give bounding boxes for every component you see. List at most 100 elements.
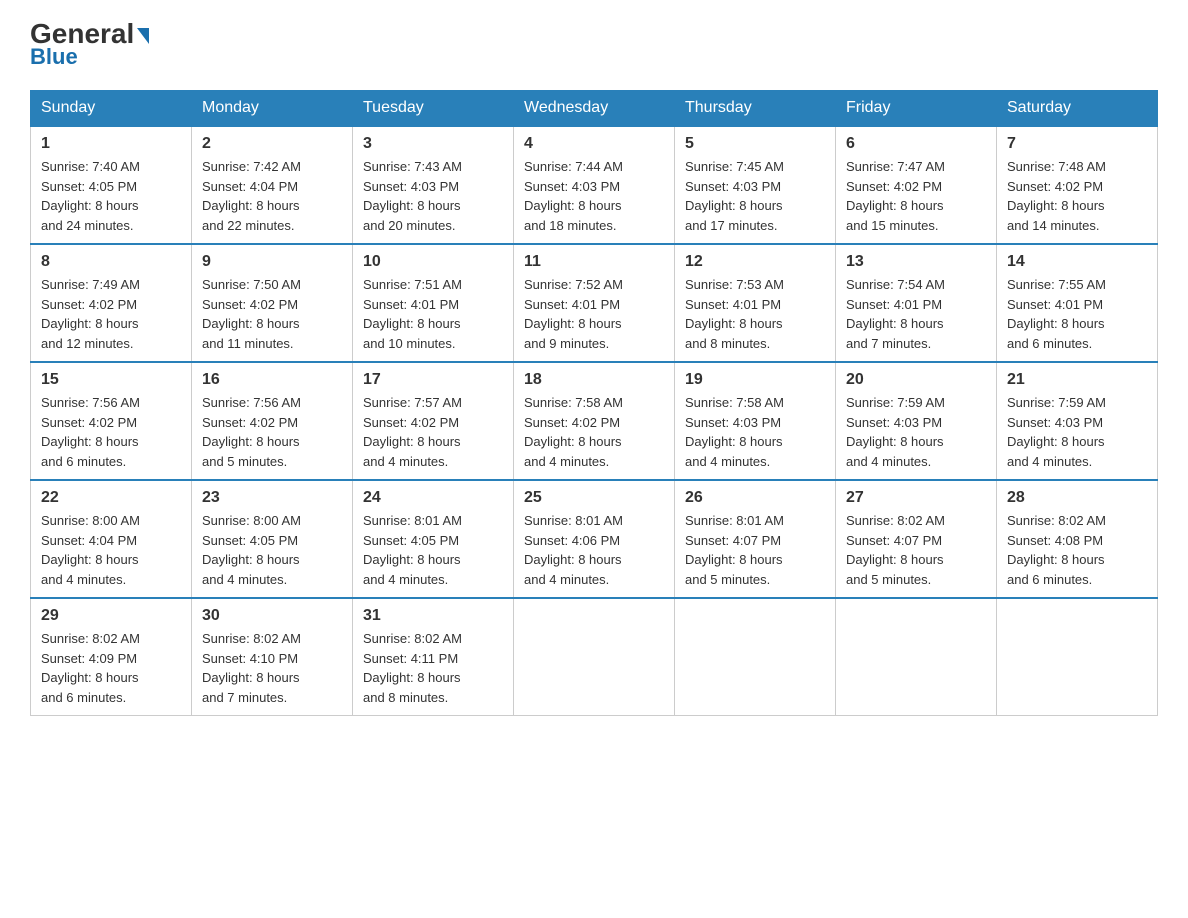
day-info: Sunrise: 7:59 AMSunset: 4:03 PMDaylight:…: [846, 393, 986, 471]
day-info: Sunrise: 8:02 AMSunset: 4:11 PMDaylight:…: [363, 629, 503, 707]
day-number: 12: [685, 253, 825, 271]
day-number: 21: [1007, 371, 1147, 389]
day-info: Sunrise: 7:44 AMSunset: 4:03 PMDaylight:…: [524, 157, 664, 235]
day-number: 15: [41, 371, 181, 389]
day-number: 19: [685, 371, 825, 389]
day-info: Sunrise: 7:55 AMSunset: 4:01 PMDaylight:…: [1007, 275, 1147, 353]
logo: General Blue: [30, 20, 149, 70]
day-info: Sunrise: 7:57 AMSunset: 4:02 PMDaylight:…: [363, 393, 503, 471]
day-number: 26: [685, 489, 825, 507]
day-number: 31: [363, 607, 503, 625]
day-number: 14: [1007, 253, 1147, 271]
day-info: Sunrise: 8:02 AMSunset: 4:08 PMDaylight:…: [1007, 511, 1147, 589]
calendar-week-row: 1 Sunrise: 7:40 AMSunset: 4:05 PMDayligh…: [31, 126, 1158, 244]
day-info: Sunrise: 7:52 AMSunset: 4:01 PMDaylight:…: [524, 275, 664, 353]
calendar-week-row: 22 Sunrise: 8:00 AMSunset: 4:04 PMDaylig…: [31, 480, 1158, 598]
day-number: 23: [202, 489, 342, 507]
calendar-cell: [997, 598, 1158, 716]
calendar-week-row: 8 Sunrise: 7:49 AMSunset: 4:02 PMDayligh…: [31, 244, 1158, 362]
calendar-cell: 7 Sunrise: 7:48 AMSunset: 4:02 PMDayligh…: [997, 126, 1158, 244]
day-number: 3: [363, 135, 503, 153]
day-number: 30: [202, 607, 342, 625]
calendar-cell: 2 Sunrise: 7:42 AMSunset: 4:04 PMDayligh…: [192, 126, 353, 244]
calendar-cell: 6 Sunrise: 7:47 AMSunset: 4:02 PMDayligh…: [836, 126, 997, 244]
calendar-table: SundayMondayTuesdayWednesdayThursdayFrid…: [30, 90, 1158, 716]
calendar-header-row: SundayMondayTuesdayWednesdayThursdayFrid…: [31, 91, 1158, 127]
day-number: 29: [41, 607, 181, 625]
day-info: Sunrise: 7:53 AMSunset: 4:01 PMDaylight:…: [685, 275, 825, 353]
calendar-cell: 14 Sunrise: 7:55 AMSunset: 4:01 PMDaylig…: [997, 244, 1158, 362]
day-number: 11: [524, 253, 664, 271]
day-number: 27: [846, 489, 986, 507]
day-info: Sunrise: 7:47 AMSunset: 4:02 PMDaylight:…: [846, 157, 986, 235]
calendar-cell: 25 Sunrise: 8:01 AMSunset: 4:06 PMDaylig…: [514, 480, 675, 598]
day-number: 2: [202, 135, 342, 153]
day-info: Sunrise: 8:01 AMSunset: 4:06 PMDaylight:…: [524, 511, 664, 589]
day-number: 16: [202, 371, 342, 389]
day-number: 17: [363, 371, 503, 389]
header-monday: Monday: [192, 91, 353, 127]
day-number: 8: [41, 253, 181, 271]
day-number: 20: [846, 371, 986, 389]
calendar-cell: 5 Sunrise: 7:45 AMSunset: 4:03 PMDayligh…: [675, 126, 836, 244]
calendar-cell: 10 Sunrise: 7:51 AMSunset: 4:01 PMDaylig…: [353, 244, 514, 362]
day-info: Sunrise: 7:42 AMSunset: 4:04 PMDaylight:…: [202, 157, 342, 235]
day-number: 28: [1007, 489, 1147, 507]
calendar-cell: 4 Sunrise: 7:44 AMSunset: 4:03 PMDayligh…: [514, 126, 675, 244]
calendar-week-row: 29 Sunrise: 8:02 AMSunset: 4:09 PMDaylig…: [31, 598, 1158, 716]
day-number: 24: [363, 489, 503, 507]
day-number: 9: [202, 253, 342, 271]
header-thursday: Thursday: [675, 91, 836, 127]
header-wednesday: Wednesday: [514, 91, 675, 127]
day-info: Sunrise: 8:02 AMSunset: 4:07 PMDaylight:…: [846, 511, 986, 589]
calendar-cell: 3 Sunrise: 7:43 AMSunset: 4:03 PMDayligh…: [353, 126, 514, 244]
day-number: 13: [846, 253, 986, 271]
calendar-cell: 12 Sunrise: 7:53 AMSunset: 4:01 PMDaylig…: [675, 244, 836, 362]
calendar-cell: 17 Sunrise: 7:57 AMSunset: 4:02 PMDaylig…: [353, 362, 514, 480]
calendar-cell: [514, 598, 675, 716]
calendar-cell: 23 Sunrise: 8:00 AMSunset: 4:05 PMDaylig…: [192, 480, 353, 598]
day-number: 4: [524, 135, 664, 153]
calendar-cell: 20 Sunrise: 7:59 AMSunset: 4:03 PMDaylig…: [836, 362, 997, 480]
day-info: Sunrise: 8:00 AMSunset: 4:04 PMDaylight:…: [41, 511, 181, 589]
calendar-cell: 9 Sunrise: 7:50 AMSunset: 4:02 PMDayligh…: [192, 244, 353, 362]
calendar-cell: 21 Sunrise: 7:59 AMSunset: 4:03 PMDaylig…: [997, 362, 1158, 480]
day-info: Sunrise: 7:54 AMSunset: 4:01 PMDaylight:…: [846, 275, 986, 353]
header-friday: Friday: [836, 91, 997, 127]
day-info: Sunrise: 8:01 AMSunset: 4:05 PMDaylight:…: [363, 511, 503, 589]
day-number: 5: [685, 135, 825, 153]
day-number: 10: [363, 253, 503, 271]
calendar-cell: 16 Sunrise: 7:56 AMSunset: 4:02 PMDaylig…: [192, 362, 353, 480]
header-sunday: Sunday: [31, 91, 192, 127]
calendar-cell: 15 Sunrise: 7:56 AMSunset: 4:02 PMDaylig…: [31, 362, 192, 480]
calendar-cell: 29 Sunrise: 8:02 AMSunset: 4:09 PMDaylig…: [31, 598, 192, 716]
calendar-cell: [836, 598, 997, 716]
day-number: 22: [41, 489, 181, 507]
calendar-cell: 18 Sunrise: 7:58 AMSunset: 4:02 PMDaylig…: [514, 362, 675, 480]
day-info: Sunrise: 8:02 AMSunset: 4:10 PMDaylight:…: [202, 629, 342, 707]
day-info: Sunrise: 7:50 AMSunset: 4:02 PMDaylight:…: [202, 275, 342, 353]
calendar-cell: 1 Sunrise: 7:40 AMSunset: 4:05 PMDayligh…: [31, 126, 192, 244]
calendar-cell: 31 Sunrise: 8:02 AMSunset: 4:11 PMDaylig…: [353, 598, 514, 716]
day-info: Sunrise: 7:40 AMSunset: 4:05 PMDaylight:…: [41, 157, 181, 235]
day-info: Sunrise: 7:58 AMSunset: 4:02 PMDaylight:…: [524, 393, 664, 471]
calendar-cell: 22 Sunrise: 8:00 AMSunset: 4:04 PMDaylig…: [31, 480, 192, 598]
calendar-cell: 28 Sunrise: 8:02 AMSunset: 4:08 PMDaylig…: [997, 480, 1158, 598]
calendar-cell: [675, 598, 836, 716]
calendar-cell: 27 Sunrise: 8:02 AMSunset: 4:07 PMDaylig…: [836, 480, 997, 598]
calendar-cell: 8 Sunrise: 7:49 AMSunset: 4:02 PMDayligh…: [31, 244, 192, 362]
calendar-cell: 24 Sunrise: 8:01 AMSunset: 4:05 PMDaylig…: [353, 480, 514, 598]
day-info: Sunrise: 7:49 AMSunset: 4:02 PMDaylight:…: [41, 275, 181, 353]
day-info: Sunrise: 7:51 AMSunset: 4:01 PMDaylight:…: [363, 275, 503, 353]
day-number: 18: [524, 371, 664, 389]
day-info: Sunrise: 8:02 AMSunset: 4:09 PMDaylight:…: [41, 629, 181, 707]
logo-blue: Blue: [30, 44, 78, 70]
page-header: General Blue: [30, 20, 1158, 70]
day-info: Sunrise: 7:45 AMSunset: 4:03 PMDaylight:…: [685, 157, 825, 235]
day-info: Sunrise: 8:00 AMSunset: 4:05 PMDaylight:…: [202, 511, 342, 589]
day-info: Sunrise: 7:48 AMSunset: 4:02 PMDaylight:…: [1007, 157, 1147, 235]
calendar-cell: 30 Sunrise: 8:02 AMSunset: 4:10 PMDaylig…: [192, 598, 353, 716]
header-tuesday: Tuesday: [353, 91, 514, 127]
day-info: Sunrise: 7:43 AMSunset: 4:03 PMDaylight:…: [363, 157, 503, 235]
header-saturday: Saturday: [997, 91, 1158, 127]
